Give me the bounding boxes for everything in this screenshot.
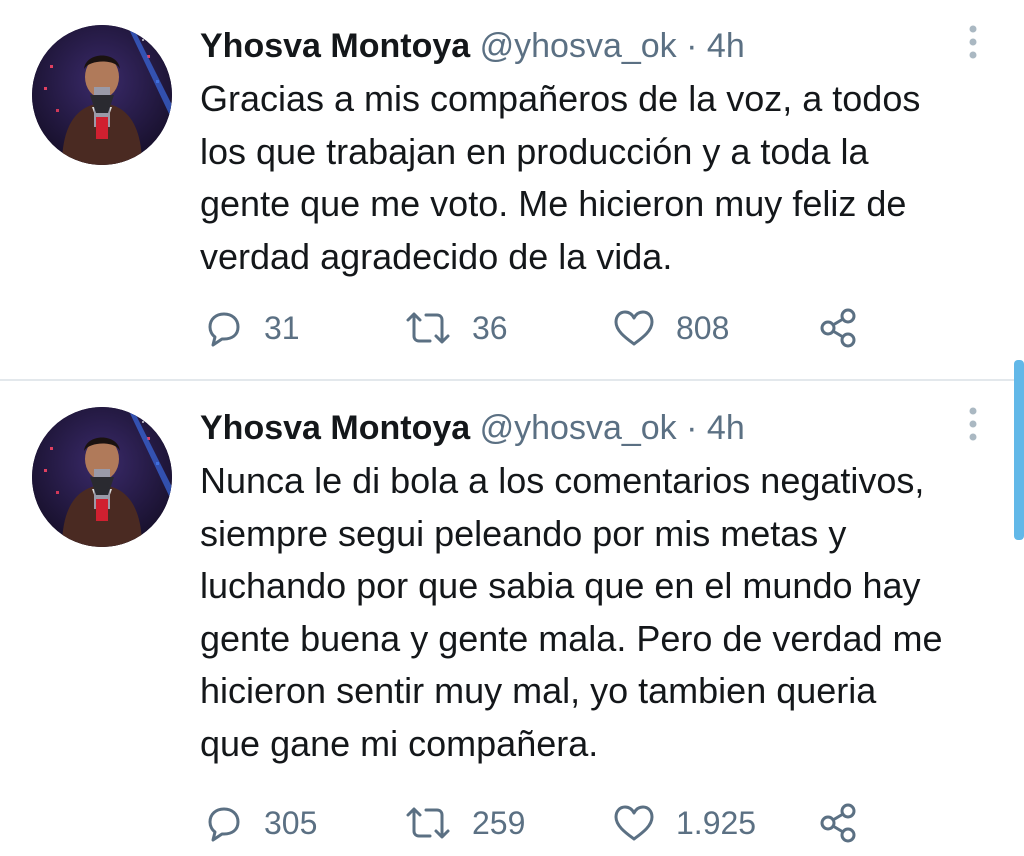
tweet-text-line: gente que me voto. Me hicieron muy feliz…	[200, 183, 907, 224]
tweet-text-line: Nunca le di bola a los comentarios negat…	[200, 460, 925, 501]
tweet-timestamp[interactable]: 4h	[707, 27, 745, 65]
reply-count: 305	[264, 804, 318, 841]
tweet-text-line: Gracias a mis compañeros de la voz, a to…	[200, 78, 921, 119]
author-name[interactable]: Yhosva Montoya	[200, 27, 470, 65]
reply-button[interactable]: 305	[204, 800, 317, 846]
tweet-text-line: luchando por que sabia que en el mundo h…	[200, 565, 921, 606]
share-button[interactable]	[817, 305, 861, 351]
reply-bubble-icon	[204, 308, 244, 348]
retweet-icon	[404, 803, 452, 843]
share-icon	[817, 801, 861, 845]
share-icon	[817, 306, 861, 350]
retweet-button[interactable]: 36	[404, 305, 508, 351]
like-button[interactable]: 808	[612, 305, 729, 351]
like-button[interactable]: 1.925	[612, 800, 756, 846]
tweet-timestamp[interactable]: 4h	[707, 409, 745, 447]
more-vertical-icon[interactable]	[960, 22, 986, 62]
share-button[interactable]	[817, 800, 861, 846]
tweet-text-line: los que trabajan en producción y a toda …	[200, 130, 869, 172]
more-vertical-icon[interactable]	[960, 404, 986, 444]
retweet-button[interactable]: 259	[404, 800, 525, 846]
tweet-actions: 31 36 808	[200, 305, 900, 351]
author-handle[interactable]: @yhosva_ok	[480, 409, 677, 447]
tweet-text-line: gente buena y gente mala. Pero de verdad…	[200, 617, 943, 659]
avatar[interactable]	[32, 407, 172, 547]
tweet-text: Gracias a mis compañeros de la voz, a to…	[200, 73, 1000, 283]
heart-icon	[612, 308, 656, 348]
like-count: 808	[676, 309, 730, 346]
like-count: 1.925	[676, 804, 757, 841]
author-name[interactable]: Yhosva Montoya	[200, 409, 470, 447]
tweet-text-line: verdad agradecido de la vida.	[200, 235, 673, 277]
reply-count: 31	[264, 309, 300, 346]
tweet-actions: 305 259 1.925	[200, 800, 900, 846]
header-separator: ·	[686, 27, 698, 65]
timeline: Yhosva Montoya @yhosva_ok · 4h Gracias a…	[0, 0, 1024, 856]
tweet-text-line: hicieron sentir muy mal, yo tambien quer…	[200, 670, 877, 711]
tweet-header: Yhosva Montoya @yhosva_ok · 4h	[200, 406, 745, 450]
retweet-icon	[404, 308, 452, 348]
scrollbar[interactable]	[1014, 360, 1024, 540]
author-handle[interactable]: @yhosva_ok	[480, 27, 677, 65]
tweet-text: Nunca le di bola a los comentarios negat…	[200, 455, 1000, 770]
tweet[interactable]: Yhosva Montoya @yhosva_ok · 4h Nunca le …	[0, 382, 1024, 856]
reply-bubble-icon	[204, 803, 244, 843]
tweet-divider	[0, 379, 1024, 381]
reply-button[interactable]: 31	[204, 305, 300, 351]
retweet-count: 259	[472, 804, 526, 841]
header-separator: ·	[686, 409, 698, 447]
tweet-text-line: que gane mi compañera.	[200, 722, 599, 764]
retweet-count: 36	[472, 309, 508, 346]
avatar[interactable]	[32, 25, 172, 165]
heart-icon	[612, 803, 656, 843]
tweet[interactable]: Yhosva Montoya @yhosva_ok · 4h Gracias a…	[0, 0, 1024, 380]
tweet-header: Yhosva Montoya @yhosva_ok · 4h	[200, 24, 745, 68]
tweet-text-line: siempre segui peleando por mis metas y	[200, 512, 847, 554]
